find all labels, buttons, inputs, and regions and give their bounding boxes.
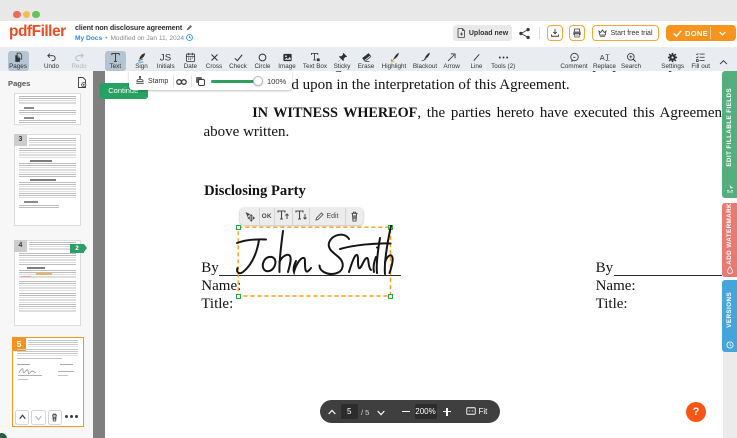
svg-text:A: A xyxy=(600,53,605,62)
